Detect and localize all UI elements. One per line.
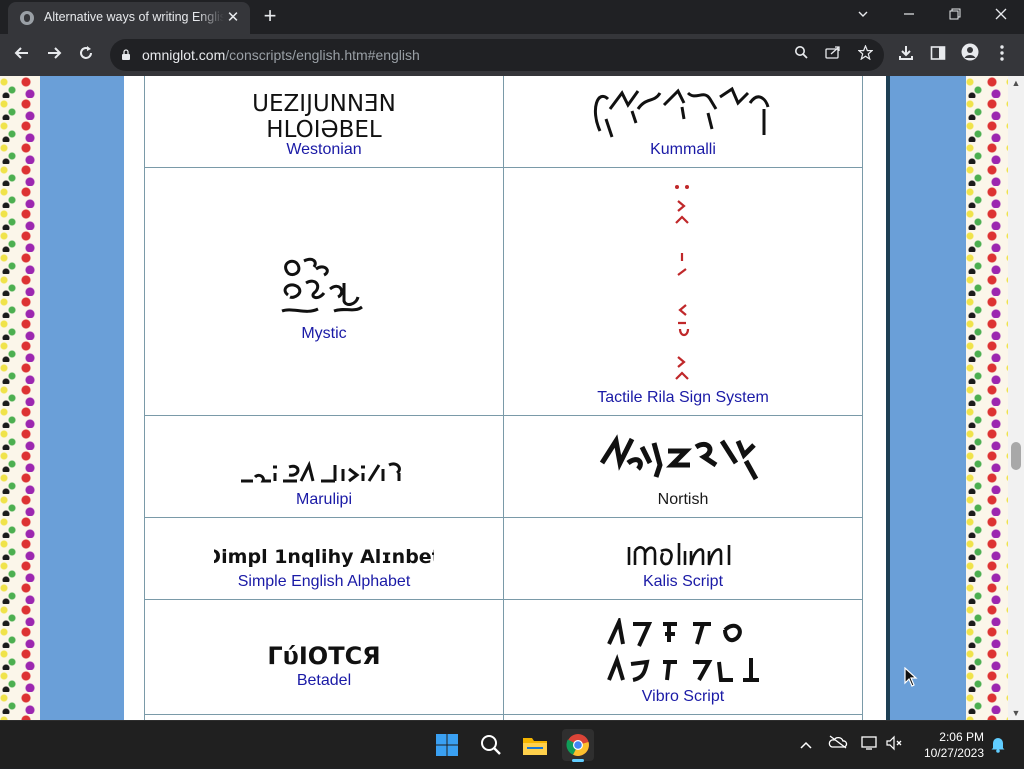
url-path: /conscripts/english.htm#english: [225, 47, 420, 63]
reload-icon[interactable]: [72, 41, 100, 69]
page-edge-shadow: [886, 76, 890, 720]
marulipi-sample-image: [241, 460, 401, 483]
nortish-sample-image: [599, 434, 759, 481]
new-tab-button[interactable]: +: [258, 5, 282, 29]
table-row: Mystic Tactile Rila Sign System: [144, 167, 863, 416]
chrome-taskbar-icon[interactable]: [562, 729, 594, 762]
clock-time: 2:06 PM: [939, 730, 984, 744]
clock-date: 10/27/2023: [923, 746, 984, 760]
notification-bell-icon[interactable]: [988, 735, 1008, 755]
table-cell-marulipi[interactable]: Marulipi: [144, 415, 504, 518]
windows-start-icon[interactable]: [431, 729, 463, 761]
svg-text:ΓύΙΟΤCЯ: ΓύΙΟΤCЯ: [269, 642, 379, 670]
close-window-button[interactable]: [978, 0, 1024, 30]
vibro-script-sample-image: [607, 618, 759, 682]
kummalli-sample-image: [594, 86, 770, 138]
table-row: Marulipi Nortish: [144, 415, 863, 518]
table-cell-kummalli[interactable]: Kummalli: [503, 76, 863, 168]
more-menu-icon[interactable]: [988, 41, 1016, 69]
script-link-kalis-script[interactable]: Kalis Script: [504, 573, 862, 599]
url-domain: omniglot.com: [142, 47, 226, 63]
svg-text:HLOIƏBEL: HLOIƏBEL: [266, 117, 382, 141]
restore-window-button[interactable]: [932, 0, 978, 30]
westonian-sample-image: ᑌEZIJUNNƎN HLOIƏBEL: [252, 91, 396, 141]
show-hidden-icons-chevron-icon[interactable]: [796, 735, 816, 755]
mystic-sample-image: [281, 257, 363, 313]
url-text[interactable]: omniglot.com/conscripts/english.htm#engl…: [142, 47, 420, 63]
minimize-window-button[interactable]: [886, 0, 932, 30]
windows-taskbar: 2:06 PM 10/27/2023: [0, 720, 1024, 768]
network-icon[interactable]: [860, 735, 880, 755]
table-cell-westonian[interactable]: ᑌEZIJUNNƎN HLOIƏBEL Westonian: [144, 76, 504, 168]
system-clock[interactable]: 2:06 PM 10/27/2023: [914, 729, 984, 761]
simple-english-alphabet-sample-image: Ɔimpl 1nqlihy Alɪnbet: [214, 546, 434, 568]
file-explorer-icon[interactable]: [519, 729, 551, 761]
back-arrow-icon[interactable]: [8, 41, 36, 69]
page-viewport: ᑌEZIJUNNƎN HLOIƏBEL Westonian Kummalli M…: [0, 76, 1008, 720]
profile-avatar-icon[interactable]: [956, 41, 984, 69]
omniglot-favicon-icon: [20, 11, 34, 25]
search-icon[interactable]: [475, 729, 507, 761]
table-cell-tactile-rila[interactable]: Tactile Rila Sign System: [503, 167, 863, 416]
table-cell-betadel[interactable]: ΓύΙΟΤCЯ Betadel: [144, 599, 504, 715]
tab-close-icon[interactable]: ✕: [224, 9, 242, 27]
volume-muted-icon[interactable]: [884, 735, 904, 755]
script-link-nortish[interactable]: Nortish: [504, 491, 862, 517]
kalis-script-sample-image: [627, 543, 731, 566]
script-link-marulipi[interactable]: Marulipi: [145, 491, 503, 517]
tab-title: Alternative ways of writing English: [44, 10, 224, 24]
mouse-cursor-icon: [904, 667, 918, 687]
script-link-betadel[interactable]: Betadel: [145, 672, 503, 714]
script-link-westonian[interactable]: Westonian: [145, 141, 503, 167]
script-link-mystic[interactable]: Mystic: [145, 325, 503, 415]
svg-text:ᑌEZIJUNNƎN: ᑌEZIJUNNƎN: [252, 91, 396, 117]
script-link-tactile-rila-sign-system[interactable]: Tactile Rila Sign System: [504, 389, 862, 415]
vertical-scrollbar[interactable]: ▲ ▼: [1008, 76, 1024, 720]
table-cell-mystic[interactable]: Mystic: [144, 167, 504, 416]
browser-tab[interactable]: Alternative ways of writing English ✕: [8, 2, 250, 34]
tab-search-icon[interactable]: [840, 0, 886, 30]
decorative-border-right: [966, 76, 1008, 720]
download-icon[interactable]: [892, 41, 920, 69]
onedrive-offline-icon[interactable]: [828, 735, 848, 755]
conscripts-table: ᑌEZIJUNNƎN HLOIƏBEL Westonian Kummalli M…: [144, 76, 863, 720]
table-row: ΓύΙΟΤCЯ Betadel Vibro Script: [144, 599, 863, 715]
svg-text:Ɔimpl 1nqlihy Alɪnbet: Ɔimpl 1nqlihy Alɪnbet: [214, 546, 434, 568]
decorative-border-left: [0, 76, 40, 720]
bookmark-star-icon[interactable]: [855, 44, 875, 65]
search-zoom-icon[interactable]: [791, 45, 811, 65]
tab-strip: Alternative ways of writing English ✕ +: [0, 0, 1024, 34]
scrollbar-thumb[interactable]: [1011, 442, 1021, 470]
forward-arrow-icon[interactable]: [40, 41, 68, 69]
table-row: ᑌEZIJUNNƎN HLOIƏBEL Westonian Kummalli: [144, 76, 863, 168]
table-cell-simple-english-alphabet[interactable]: Ɔimpl 1nqlihy Alɪnbet Simple English Alp…: [144, 517, 504, 600]
script-link-vibro-script[interactable]: Vibro Script: [504, 688, 862, 714]
share-icon[interactable]: [823, 45, 843, 65]
table-row: Ɔimpl 1nqlihy Alɪnbet Simple English Alp…: [144, 517, 863, 600]
script-link-simple-english-alphabet[interactable]: Simple English Alphabet: [145, 573, 503, 599]
betadel-sample-image: ΓύΙΟΤCЯ: [269, 642, 379, 670]
script-link-kummalli[interactable]: Kummalli: [504, 141, 862, 167]
active-app-indicator: [572, 759, 584, 762]
lock-icon[interactable]: [121, 49, 131, 60]
scroll-down-arrow-icon[interactable]: ▼: [1008, 706, 1024, 720]
side-panel-icon[interactable]: [924, 41, 952, 69]
scroll-up-arrow-icon[interactable]: ▲: [1008, 76, 1024, 90]
browser-toolbar: omniglot.com/conscripts/english.htm#engl…: [0, 34, 1024, 76]
table-cell-nortish[interactable]: Nortish: [503, 415, 863, 518]
table-cell-kalis-script[interactable]: Kalis Script: [503, 517, 863, 600]
table-cell-vibro-script[interactable]: Vibro Script: [503, 599, 863, 715]
address-bar[interactable]: omniglot.com/conscripts/english.htm#engl…: [110, 39, 884, 71]
tactile-rila-sample-image: [675, 185, 690, 380]
